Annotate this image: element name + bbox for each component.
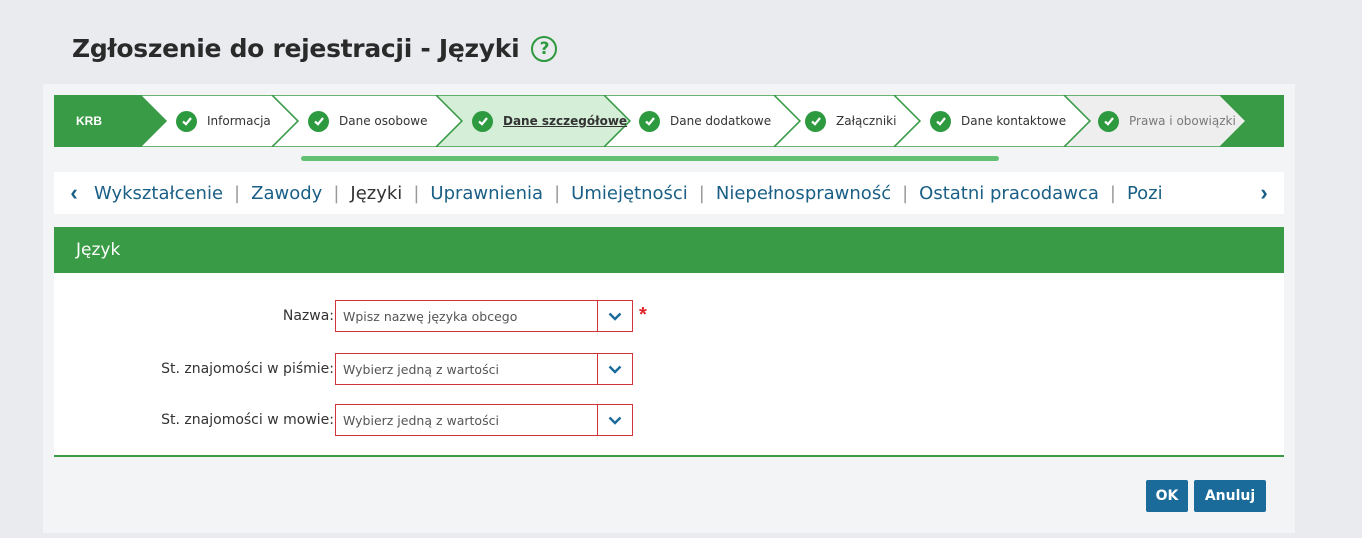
- subnav-separator: |: [234, 182, 241, 204]
- field-row-pismo: St. znajomości w piśmie: Wybierz jedną z…: [54, 353, 1284, 385]
- page-title-text: Zgłoszenie do rejestracji - Języki: [72, 34, 520, 63]
- page-title: Zgłoszenie do rejestracji - Języki ?: [72, 34, 558, 63]
- step-dane-kontaktowe[interactable]: Dane kontaktowe: [930, 95, 1066, 147]
- check-circle-icon: [805, 110, 826, 132]
- step-label: Dane szczegółowe: [503, 114, 628, 128]
- chevron-down-icon[interactable]: [597, 301, 632, 331]
- subnav-item-pozostale[interactable]: Pozi: [1127, 183, 1163, 204]
- krb-label[interactable]: KRB: [54, 95, 142, 147]
- subnav-item-umiejetnosci[interactable]: Umiejętności: [571, 183, 688, 204]
- subnav-item-uprawnienia[interactable]: Uprawnienia: [430, 183, 543, 204]
- cancel-button[interactable]: Anuluj: [1194, 480, 1266, 512]
- ok-button[interactable]: OK: [1146, 480, 1188, 512]
- check-circle-icon: [308, 110, 329, 132]
- chevron-left-icon[interactable]: ‹: [54, 172, 94, 214]
- subnav-separator: |: [902, 182, 909, 204]
- speaking-level-select[interactable]: Wybierz jedną z wartości: [335, 404, 633, 436]
- step-label: Załączniki: [836, 114, 897, 128]
- step-informacja[interactable]: Informacja: [176, 95, 271, 147]
- step-dane-szczegolowe[interactable]: Dane szczegółowe: [472, 95, 627, 147]
- select-placeholder[interactable]: Wybierz jedną z wartości: [336, 405, 597, 435]
- help-icon[interactable]: ?: [531, 35, 558, 62]
- language-name-select[interactable]: Wpisz nazwę języka obcego: [335, 300, 633, 332]
- section-header-jezyk: Język: [54, 227, 1284, 273]
- select-placeholder[interactable]: Wybierz jedną z wartości: [336, 354, 597, 384]
- check-circle-icon: [639, 110, 660, 132]
- chevron-down-icon[interactable]: [597, 405, 632, 435]
- writing-level-select[interactable]: Wybierz jedną z wartości: [335, 353, 633, 385]
- chevron-down-icon[interactable]: [597, 354, 632, 384]
- step-label: Dane kontaktowe: [961, 114, 1067, 128]
- subnav-separator: |: [554, 182, 561, 204]
- step-label: Dane dodatkowe: [670, 114, 772, 128]
- check-circle-icon: [1098, 110, 1119, 132]
- subnav-separator: |: [698, 182, 705, 204]
- stepper-progress-bar: [301, 156, 999, 161]
- field-row-nazwa: Nazwa: Wpisz nazwę języka obcego *: [54, 300, 1284, 332]
- step-dane-dodatkowe[interactable]: Dane dodatkowe: [639, 95, 771, 147]
- select-placeholder[interactable]: Wpisz nazwę języka obcego: [336, 301, 597, 331]
- language-form: Nazwa: Wpisz nazwę języka obcego * St. z…: [54, 273, 1284, 457]
- subnav-separator: |: [333, 182, 340, 204]
- step-label: Dane osobowe: [339, 114, 428, 128]
- required-asterisk: *: [639, 304, 647, 326]
- section-subnav: ‹ Wykształcenie | Zawody | Języki | Upra…: [54, 172, 1284, 214]
- step-prawa-i-obowiazki[interactable]: Prawa i obowiązki: [1098, 95, 1236, 147]
- chevron-right-icon[interactable]: ›: [1244, 172, 1284, 214]
- main-panel: KRB Informacja Dane osobowe Dane szczegó…: [43, 84, 1295, 533]
- field-label: Nazwa:: [282, 308, 334, 324]
- subnav-item-jezyki[interactable]: Języki: [350, 183, 402, 204]
- wizard-stepper: KRB Informacja Dane osobowe Dane szczegó…: [54, 95, 1284, 147]
- step-dane-osobowe[interactable]: Dane osobowe: [308, 95, 428, 147]
- subnav-item-ostatni-pracodawca[interactable]: Ostatni pracodawca: [919, 183, 1099, 204]
- subnav-separator: |: [1109, 182, 1116, 204]
- check-circle-icon: [930, 110, 951, 132]
- subnav-items: Wykształcenie | Zawody | Języki | Uprawn…: [94, 183, 1244, 204]
- step-label: Prawa i obowiązki: [1129, 114, 1236, 128]
- check-circle-icon: [176, 110, 197, 132]
- check-circle-icon: [472, 110, 493, 132]
- subnav-separator: |: [413, 182, 420, 204]
- field-row-mowa: St. znajomości w mowie: Wybierz jedną z …: [54, 404, 1284, 436]
- subnav-item-niepelnosprawnosc[interactable]: Niepełnosprawność: [716, 183, 891, 204]
- step-label: Informacja: [207, 114, 271, 128]
- field-label: St. znajomości w piśmie:: [161, 361, 334, 377]
- field-label: St. znajomości w mowie:: [161, 412, 334, 428]
- subnav-item-wyksztalcenie[interactable]: Wykształcenie: [94, 183, 223, 204]
- step-zalaczniki[interactable]: Załączniki: [805, 95, 896, 147]
- subnav-item-zawody[interactable]: Zawody: [251, 183, 322, 204]
